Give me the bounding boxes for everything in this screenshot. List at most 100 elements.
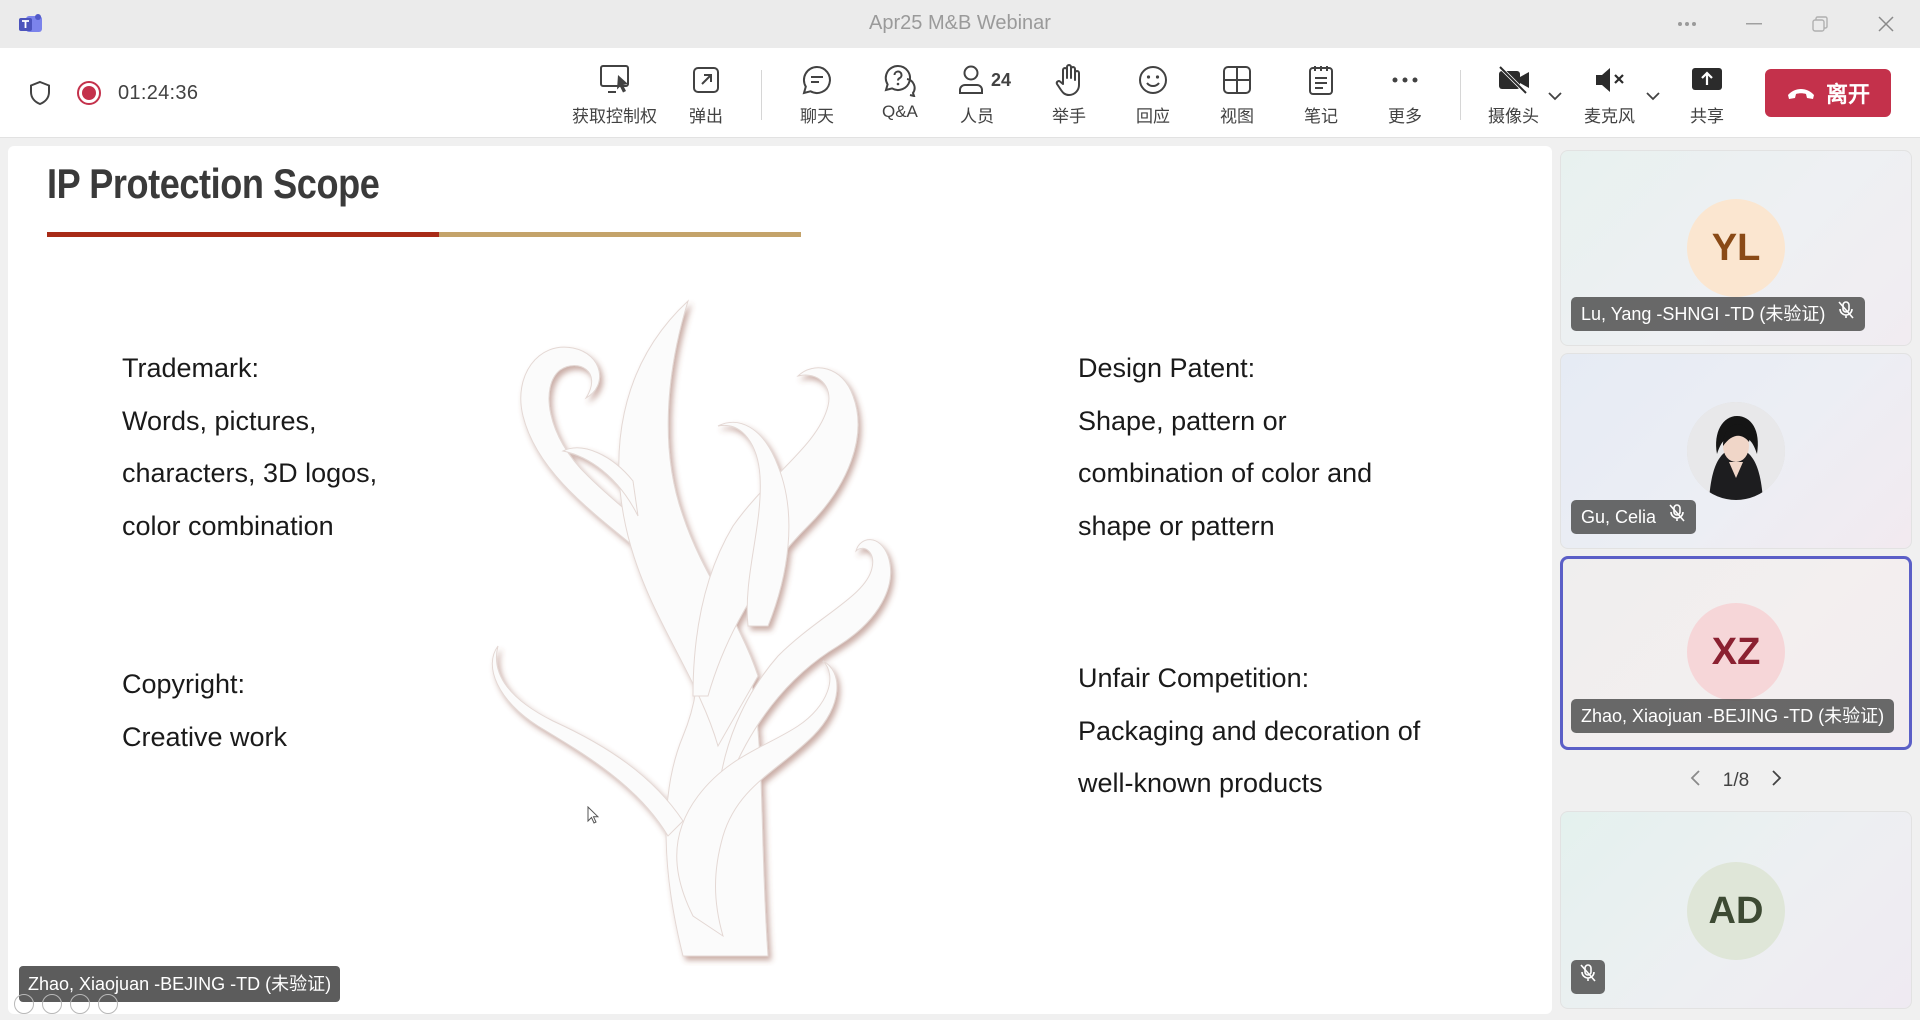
control-dot-icon[interactable] bbox=[14, 994, 34, 1014]
control-dot-icon[interactable] bbox=[98, 994, 118, 1014]
control-dot-icon[interactable] bbox=[42, 994, 62, 1014]
toolbar-divider bbox=[761, 70, 762, 120]
view-button[interactable]: 视图 bbox=[1220, 58, 1254, 136]
chevron-right-icon[interactable] bbox=[1771, 769, 1783, 793]
qa-label: Q&A bbox=[882, 102, 918, 121]
leave-label: 离开 bbox=[1825, 82, 1870, 107]
unfair-competition-line: well-known products bbox=[1078, 768, 1323, 798]
more-options-icon[interactable] bbox=[1663, 8, 1711, 40]
design-patent-heading: Design Patent: bbox=[1078, 353, 1256, 383]
people-count: 24 bbox=[991, 69, 1012, 90]
participant-tile-active-speaker[interactable]: XZ Zhao, Xiaojuan -BEJING -TD (未验证) bbox=[1560, 556, 1912, 750]
copyright-heading: Copyright: bbox=[122, 669, 246, 699]
participant-tile[interactable]: Gu, Celia bbox=[1560, 353, 1912, 549]
title-underline-red bbox=[47, 232, 439, 237]
avatar: AD bbox=[1687, 862, 1785, 960]
title-bar: Apr25 M&B Webinar bbox=[0, 0, 1920, 48]
take-control-label: 获取控制权 bbox=[572, 107, 657, 126]
notes-icon bbox=[1307, 58, 1335, 102]
chat-button[interactable]: 聊天 bbox=[800, 58, 834, 136]
microphone-button[interactable]: 麦克风 bbox=[1584, 58, 1635, 136]
notes-label: 笔记 bbox=[1304, 107, 1338, 126]
copyright-block: Copyright: Creative work bbox=[122, 658, 287, 763]
camera-off-icon bbox=[1497, 58, 1531, 102]
take-control-icon bbox=[598, 58, 632, 102]
unfair-competition-line: Packaging and decoration of bbox=[1078, 715, 1421, 746]
raise-hand-label: 举手 bbox=[1052, 107, 1086, 126]
react-label: 回应 bbox=[1136, 107, 1170, 126]
participant-name-tag bbox=[1571, 960, 1605, 994]
pop-out-label: 弹出 bbox=[689, 107, 723, 126]
notes-button[interactable]: 笔记 bbox=[1304, 58, 1338, 136]
people-icon: 24 bbox=[957, 58, 1011, 102]
share-button[interactable]: 共享 bbox=[1690, 58, 1724, 136]
mouse-cursor-icon bbox=[587, 805, 600, 829]
control-dot-icon[interactable] bbox=[70, 994, 90, 1014]
camera-label: 摄像头 bbox=[1488, 107, 1539, 126]
unfair-competition-heading: Unfair Competition: bbox=[1078, 663, 1310, 693]
mic-muted-icon bbox=[1837, 297, 1855, 331]
avatar: XZ bbox=[1687, 603, 1785, 701]
close-window-icon[interactable] bbox=[1862, 8, 1910, 40]
participant-pager: 1/8 bbox=[1560, 766, 1912, 796]
qa-button[interactable]: Q&A bbox=[882, 58, 918, 136]
page-indicator: 1/8 bbox=[1722, 770, 1750, 791]
raise-hand-button[interactable]: 举手 bbox=[1052, 58, 1086, 136]
design-patent-block: Design Patent: Shape, pattern or combina… bbox=[1078, 342, 1372, 552]
trademark-heading: Trademark: bbox=[122, 353, 260, 383]
participant-tile[interactable]: AD bbox=[1560, 811, 1912, 1009]
phone-hangup-icon bbox=[1786, 80, 1816, 106]
participant-name-tag: Lu, Yang -SHNGI -TD (未验证) bbox=[1571, 297, 1866, 331]
trademark-line: characters, 3D logos, bbox=[122, 458, 378, 488]
react-button[interactable]: 回应 bbox=[1136, 58, 1170, 136]
pop-out-button[interactable]: 弹出 bbox=[689, 58, 723, 136]
trademark-block: Trademark: Words, pictures, characters, … bbox=[122, 342, 377, 552]
grid-view-icon bbox=[1222, 58, 1252, 102]
more-label: 更多 bbox=[1388, 107, 1422, 126]
design-patent-line: shape or pattern bbox=[1078, 510, 1275, 541]
share-label: 共享 bbox=[1690, 107, 1724, 126]
participant-tile[interactable]: YL Lu, Yang -SHNGI -TD (未验证) bbox=[1560, 150, 1912, 346]
design-patent-line: combination of color and bbox=[1078, 458, 1373, 488]
slide-title: IP Protection Scope bbox=[47, 160, 380, 207]
copyright-line: Creative work bbox=[122, 721, 288, 752]
people-label: 人员 bbox=[960, 107, 995, 126]
minimize-icon[interactable] bbox=[1730, 8, 1778, 40]
more-dots-icon bbox=[1391, 58, 1419, 102]
participant-name: Zhao, Xiaojuan -BEJING -TD (未验证) bbox=[1581, 706, 1885, 726]
shared-content-stage: IP Protection Scope Trademark: Words, pi… bbox=[8, 146, 1552, 1014]
mic-muted-icon bbox=[1579, 960, 1597, 994]
avatar: YL bbox=[1687, 199, 1785, 297]
smiley-icon bbox=[1137, 58, 1169, 102]
shield-icon[interactable] bbox=[28, 80, 52, 111]
leave-button[interactable]: 离开 bbox=[1765, 69, 1891, 117]
title-underline-gold bbox=[439, 232, 801, 237]
more-button[interactable]: 更多 bbox=[1388, 58, 1422, 136]
mic-muted-icon bbox=[1668, 500, 1686, 534]
people-button[interactable]: 24 人员 bbox=[957, 58, 1011, 136]
take-control-button[interactable]: 获取控制权 bbox=[572, 58, 657, 136]
raise-hand-icon bbox=[1054, 58, 1084, 102]
chat-label: 聊天 bbox=[800, 107, 834, 126]
recording-indicator-icon bbox=[77, 81, 101, 105]
camera-chevron-down-icon[interactable] bbox=[1548, 88, 1562, 106]
chevron-left-icon[interactable] bbox=[1689, 769, 1701, 793]
chat-icon bbox=[801, 58, 833, 102]
microphone-label: 麦克风 bbox=[1584, 107, 1635, 126]
participant-name: Gu, Celia bbox=[1581, 507, 1657, 527]
avatar-photo bbox=[1687, 402, 1785, 500]
participant-name-tag: Zhao, Xiaojuan -BEJING -TD (未验证) bbox=[1571, 699, 1895, 733]
toolbar-divider bbox=[1460, 70, 1461, 120]
speaker-mute-icon bbox=[1593, 58, 1627, 102]
mic-chevron-down-icon[interactable] bbox=[1646, 88, 1660, 106]
stage-mini-controls bbox=[14, 994, 118, 1014]
restore-icon[interactable] bbox=[1796, 8, 1844, 40]
pop-out-icon bbox=[691, 58, 721, 102]
unfair-competition-block: Unfair Competition: Packaging and decora… bbox=[1078, 652, 1420, 810]
participant-name-tag: Gu, Celia bbox=[1571, 500, 1697, 534]
meeting-timer: 01:24:36 bbox=[118, 82, 199, 104]
paper-tree-illustration bbox=[491, 299, 892, 957]
participant-name: Lu, Yang -SHNGI -TD (未验证) bbox=[1581, 304, 1826, 324]
camera-button[interactable]: 摄像头 bbox=[1488, 58, 1539, 136]
trademark-line: Words, pictures, bbox=[122, 405, 317, 436]
